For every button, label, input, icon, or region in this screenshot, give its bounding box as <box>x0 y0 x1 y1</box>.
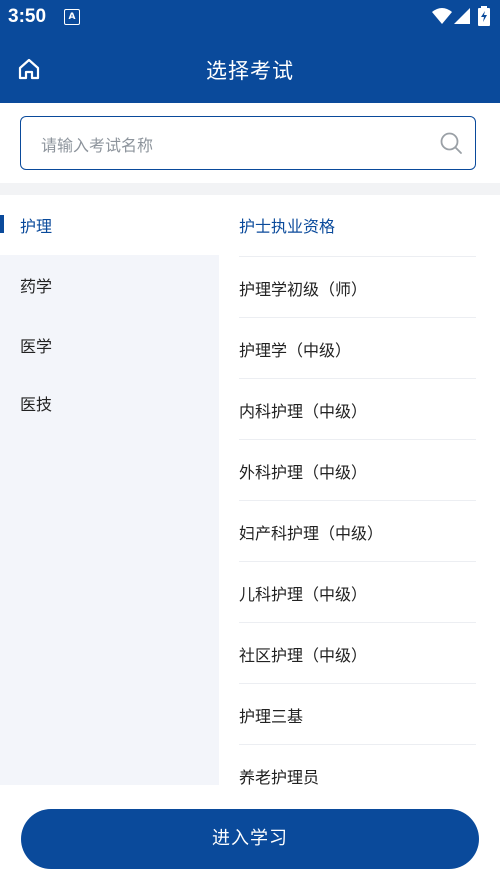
app-header: 选择考试 <box>0 34 500 103</box>
bottom-bar: 进入学习 <box>0 785 500 888</box>
enter-study-button[interactable]: 进入学习 <box>21 809 479 869</box>
battery-icon <box>478 6 490 26</box>
exam-label: 妇产科护理（中级） <box>239 524 384 543</box>
category-label: 医学 <box>20 337 53 356</box>
category-item-nursing[interactable]: 护理 <box>0 195 219 255</box>
category-sidebar: 护理 药学 医学 医技 <box>0 195 219 785</box>
cellular-signal-icon <box>454 8 470 24</box>
exam-item[interactable]: 外科护理（中级） <box>239 439 476 501</box>
exam-label: 内科护理（中级） <box>239 402 368 421</box>
exam-label: 护理学（中级） <box>239 341 352 360</box>
section-divider <box>0 183 500 195</box>
search-icon[interactable] <box>439 131 463 155</box>
exam-list: 护士执业资格 护理学初级（师） 护理学（中级） 内科护理（中级） 外科护理（中级… <box>219 195 500 786</box>
category-item-medicine[interactable]: 医学 <box>0 315 219 375</box>
exam-item[interactable]: 社区护理（中级） <box>239 622 476 684</box>
page-title: 选择考试 <box>206 59 294 83</box>
exam-label: 外科护理（中级） <box>239 463 368 482</box>
exam-label: 护理三基 <box>239 707 304 726</box>
exam-label: 护理学初级（师） <box>239 280 368 299</box>
exam-item[interactable]: 护理三基 <box>239 683 476 745</box>
exam-label: 养老护理员 <box>239 768 320 786</box>
active-indicator <box>0 215 4 233</box>
status-bar: 3:50 A <box>0 0 500 34</box>
category-item-medical-tech[interactable]: 医技 <box>0 373 219 433</box>
exam-label: 儿科护理（中级） <box>239 585 368 604</box>
search-placeholder: 请输入考试名称 <box>41 136 154 155</box>
exam-item[interactable]: 护理学（中级） <box>239 317 476 379</box>
category-label: 护理 <box>20 217 53 236</box>
category-label: 药学 <box>20 277 53 296</box>
search-input[interactable]: 请输入考试名称 <box>20 116 476 170</box>
exam-item[interactable]: 养老护理员 <box>239 744 476 786</box>
wifi-icon <box>432 8 452 24</box>
app-notification-icon: A <box>64 9 80 25</box>
exam-item[interactable]: 护理学初级（师） <box>239 256 476 318</box>
status-time: 3:50 <box>8 6 47 27</box>
exam-item[interactable]: 内科护理（中级） <box>239 378 476 440</box>
category-label: 医技 <box>20 395 53 414</box>
category-item-pharmacy[interactable]: 药学 <box>0 255 219 315</box>
search-area: 请输入考试名称 <box>0 103 500 183</box>
exam-item[interactable]: 儿科护理（中级） <box>239 561 476 623</box>
exam-item[interactable]: 妇产科护理（中级） <box>239 500 476 562</box>
exam-group-title: 护士执业资格 <box>239 217 336 236</box>
exam-label: 社区护理（中级） <box>239 646 368 665</box>
